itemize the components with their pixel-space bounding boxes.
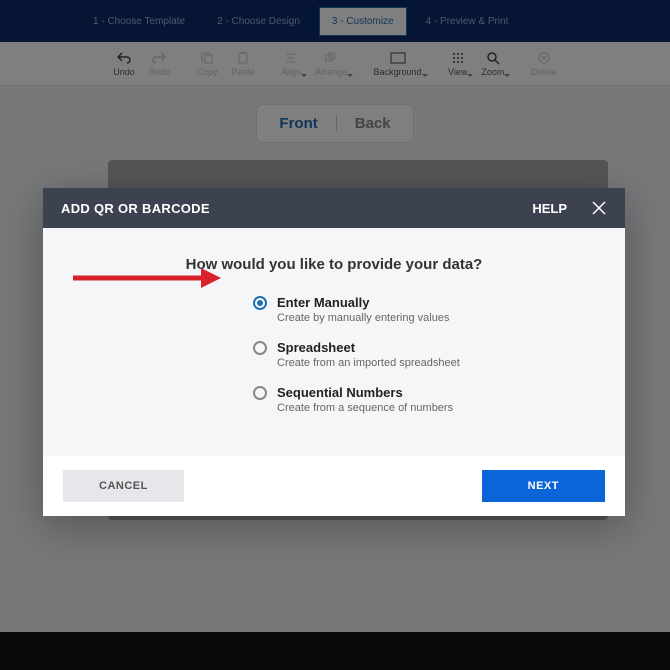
option-sequential[interactable]: Sequential Numbers Create from a sequenc…: [253, 385, 585, 414]
modal-header: ADD QR OR BARCODE HELP: [43, 188, 625, 228]
option-desc: Create from an imported spreadsheet: [277, 357, 460, 369]
cancel-button[interactable]: CANCEL: [63, 470, 184, 502]
option-desc: Create by manually entering values: [277, 312, 449, 324]
radio-icon: [253, 341, 267, 355]
modal-body: How would you like to provide your data?…: [43, 228, 625, 456]
options-group: Enter Manually Create by manually enteri…: [253, 295, 585, 414]
radio-icon: [253, 386, 267, 400]
close-button[interactable]: [591, 200, 607, 216]
option-desc: Create from a sequence of numbers: [277, 402, 453, 414]
option-title: Sequential Numbers: [277, 385, 453, 400]
option-title: Enter Manually: [277, 295, 449, 310]
option-spreadsheet[interactable]: Spreadsheet Create from an imported spre…: [253, 340, 585, 369]
footer-bar: [0, 632, 670, 670]
modal-footer: CANCEL NEXT: [43, 456, 625, 516]
arrow-icon: [73, 266, 223, 290]
option-enter-manually[interactable]: Enter Manually Create by manually enteri…: [253, 295, 585, 324]
option-title: Spreadsheet: [277, 340, 460, 355]
modal-add-barcode: ADD QR OR BARCODE HELP How would you lik…: [43, 188, 625, 516]
modal-title: ADD QR OR BARCODE: [61, 201, 210, 216]
next-button[interactable]: NEXT: [482, 470, 605, 502]
radio-icon: [253, 296, 267, 310]
help-link[interactable]: HELP: [532, 201, 567, 216]
close-icon: [591, 200, 607, 216]
